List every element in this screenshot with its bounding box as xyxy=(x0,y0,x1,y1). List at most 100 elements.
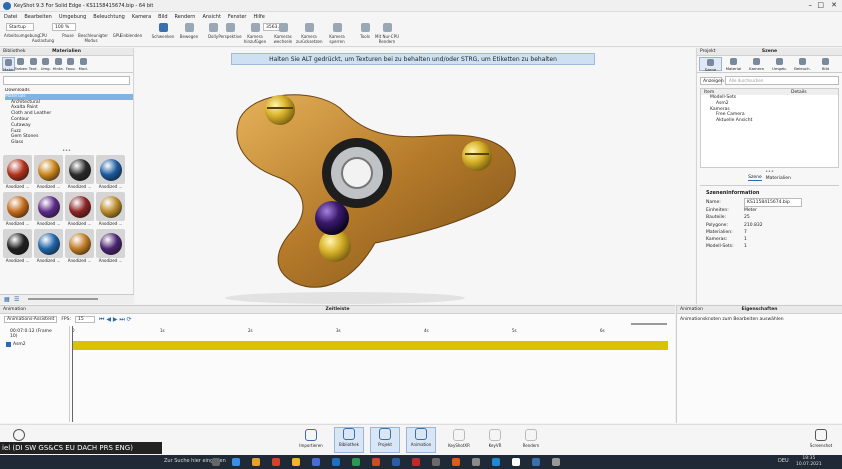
render-viewport[interactable]: Halten Sie ALT gedrückt, um Texturen bei… xyxy=(135,48,695,304)
material-thumb[interactable]: Anodized ... xyxy=(65,155,94,190)
library-tab-1[interactable]: Farben xyxy=(15,57,27,71)
menu-item-4[interactable]: Kamera xyxy=(132,14,151,20)
material-thumb[interactable]: Anodized ... xyxy=(3,229,32,264)
menu-item-2[interactable]: Umgebung xyxy=(59,14,86,20)
dock-button-6[interactable]: Rendern xyxy=(516,429,546,448)
playhead[interactable] xyxy=(72,326,73,422)
material-thumb[interactable]: Anodized ... xyxy=(96,192,125,227)
chrome-icon[interactable] xyxy=(292,458,300,466)
maximize-icon[interactable]: □ xyxy=(817,1,824,9)
library-tree-item[interactable]: Glass xyxy=(5,140,133,146)
scene-search-input[interactable]: Alle durchsuchen xyxy=(725,76,839,85)
keyshot-taskbar-icon[interactable] xyxy=(532,458,540,466)
toolbar-button-1[interactable]: CPU Auslastung xyxy=(30,33,56,43)
screenshot-button[interactable]: Screenshot xyxy=(806,429,836,448)
material-thumb[interactable]: Anodized ... xyxy=(96,155,125,190)
edge-icon[interactable] xyxy=(232,458,240,466)
word-icon[interactable] xyxy=(392,458,400,466)
minimize-icon[interactable]: – xyxy=(809,1,813,9)
splitter-handle[interactable]: ••• xyxy=(0,148,133,155)
animation-wizard-button[interactable]: Animations-Assistent xyxy=(4,316,58,323)
teams-icon[interactable] xyxy=(312,458,320,466)
app-icon-red[interactable] xyxy=(412,458,420,466)
dock-button-4[interactable]: KeyShotXR xyxy=(444,429,474,448)
track-name[interactable]: Asm2 xyxy=(13,342,26,347)
material-thumb[interactable]: Anodized ... xyxy=(65,192,94,227)
workspace-select[interactable]: Startup xyxy=(6,23,34,31)
library-search-input[interactable] xyxy=(3,76,130,85)
app-icon-misc[interactable] xyxy=(552,458,560,466)
menu-item-7[interactable]: Ansicht xyxy=(202,14,220,20)
library-tab-6[interactable]: Mod. xyxy=(77,57,90,71)
material-thumb[interactable]: Anodized ... xyxy=(34,192,63,227)
dock-button-3[interactable]: Animation xyxy=(406,427,436,453)
menu-item-5[interactable]: Bild xyxy=(158,14,167,20)
thumbnail-size-slider[interactable] xyxy=(28,298,98,300)
toolbar-button-6[interactable]: Schwenken xyxy=(150,23,176,39)
firefox-icon[interactable] xyxy=(272,458,280,466)
outlook-icon[interactable] xyxy=(332,458,340,466)
menu-item-9[interactable]: Hilfe xyxy=(253,14,264,20)
language-indicator[interactable]: DEU xyxy=(778,458,789,464)
app-icon-settings[interactable] xyxy=(472,458,480,466)
scene-tree-item[interactable]: Aktuelle Ansicht xyxy=(706,118,838,124)
toolbar-button-13[interactable]: Kamera sperren xyxy=(324,23,350,44)
fps-select[interactable]: 15 xyxy=(75,316,96,323)
toolbar-button-5[interactable]: Einblenden xyxy=(118,33,144,38)
library-tab-0[interactable]: Mater. xyxy=(2,57,15,72)
list-view-icon[interactable]: ☰ xyxy=(14,296,19,303)
app-icon-gray[interactable] xyxy=(432,458,440,466)
material-thumb[interactable]: Anodized ... xyxy=(34,229,63,264)
library-tab-5[interactable]: Favo. xyxy=(65,57,78,71)
subtab-materials[interactable]: Materialien xyxy=(766,176,791,181)
powerpoint-icon[interactable] xyxy=(372,458,380,466)
clock[interactable]: 18:35 10.07.2021 xyxy=(796,456,822,467)
project-tab-4[interactable]: Beleuch. xyxy=(791,57,814,71)
toolbar-button-9[interactable]: Perspektive xyxy=(217,23,243,39)
timeline-zoom-slider[interactable] xyxy=(631,323,667,325)
dock-button-1[interactable]: Bibliothek xyxy=(334,427,364,453)
menu-item-1[interactable]: Bearbeiten xyxy=(24,14,51,20)
excel-icon[interactable] xyxy=(352,458,360,466)
toolbar-button-11[interactable]: Kameras wechseln xyxy=(270,23,296,44)
playback-controls-icon[interactable]: ⏮ ◀ ▶ ⏭ ⟳ xyxy=(99,316,132,324)
subtab-scene[interactable]: Szene xyxy=(748,175,762,181)
zoom-select[interactable]: 100 % xyxy=(52,23,76,31)
project-tab-5[interactable]: Bild xyxy=(814,57,837,71)
material-thumb[interactable]: Anodized ... xyxy=(3,155,32,190)
library-tab-2[interactable]: Text. xyxy=(27,57,40,71)
track-checkbox[interactable] xyxy=(6,342,11,347)
project-tab-2[interactable]: Kamera xyxy=(745,57,768,71)
library-tab-4[interactable]: Hinte. xyxy=(52,57,65,71)
material-thumb[interactable]: Anodized ... xyxy=(96,229,125,264)
dock-button-2[interactable]: Projekt xyxy=(370,427,400,453)
toolbar-button-0[interactable]: Arbeitsumgebung xyxy=(4,33,40,38)
material-thumb[interactable]: Anodized ... xyxy=(34,155,63,190)
menu-item-6[interactable]: Rendern xyxy=(175,14,196,20)
project-tab-0[interactable]: Szene xyxy=(699,57,722,72)
material-thumb[interactable]: Anodized ... xyxy=(65,229,94,264)
timeline-ruler[interactable]: 0 1s 2s 3s 4s 5s 6s xyxy=(72,326,670,342)
grid-view-icon[interactable]: ▦ xyxy=(4,296,10,303)
dock-button-0[interactable]: Importieren xyxy=(296,429,326,448)
toolbar-button-3[interactable]: Beschleunigter Modus xyxy=(78,33,108,43)
explorer-icon[interactable] xyxy=(252,458,260,466)
animation-track-bar[interactable] xyxy=(72,341,668,350)
toolbar-button-10[interactable]: Kamera hinzufügen xyxy=(242,23,268,44)
project-tab-1[interactable]: Material xyxy=(722,57,745,71)
app-icon-white[interactable] xyxy=(512,458,520,466)
menu-item-0[interactable]: Datei xyxy=(4,14,17,20)
library-tab-3[interactable]: Umg. xyxy=(40,57,53,71)
toolbar-button-15[interactable]: Mit Nur-CPU Rendern xyxy=(374,23,400,44)
dock-button-5[interactable]: KeyVR xyxy=(480,429,510,448)
show-select[interactable]: Anzeigen xyxy=(700,76,724,85)
menu-item-3[interactable]: Beleuchtung xyxy=(93,14,125,20)
app-icon-blue[interactable] xyxy=(492,458,500,466)
toolbar-button-12[interactable]: Kamera zurücksetzen xyxy=(296,23,323,44)
close-icon[interactable]: ✕ xyxy=(831,1,837,9)
project-tab-3[interactable]: Umgeb. xyxy=(768,57,791,71)
toolbar-button-7[interactable]: Bewegen xyxy=(176,23,202,39)
taskview-icon[interactable] xyxy=(212,458,220,466)
app-icon-orange[interactable] xyxy=(452,458,460,466)
menu-item-8[interactable]: Fenster xyxy=(228,14,247,20)
